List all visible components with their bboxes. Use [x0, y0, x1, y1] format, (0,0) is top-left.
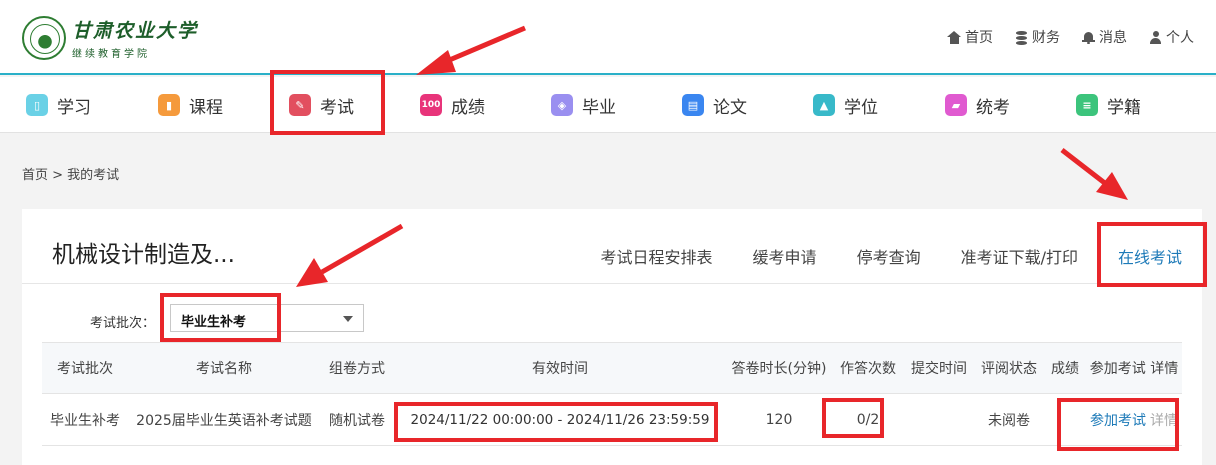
- col-review-status: 评阅状态: [974, 342, 1044, 394]
- chevron-down-icon: [343, 316, 353, 322]
- tab-suspension-query[interactable]: 停考查询: [837, 231, 941, 281]
- graduate-icon: ◈: [551, 94, 573, 116]
- card-divider: [22, 283, 1202, 284]
- pen-icon: ✎: [289, 94, 311, 116]
- topnav-messages[interactable]: 消息: [1082, 27, 1127, 47]
- col-score: 成绩: [1044, 342, 1086, 394]
- bookmark-icon: ▮: [158, 94, 180, 116]
- cell-batch: 毕业生补考: [42, 393, 128, 446]
- top-header: 甘肃农业大学 继续教育学院 首页 财务 消息 个人: [0, 0, 1216, 75]
- topnav-home-label: 首页: [965, 30, 993, 46]
- exam-table: 考试批次 考试名称 组卷方式 有效时间 答卷时长(分钟) 作答次数 提交时间 评…: [42, 342, 1182, 446]
- cell-submit-time: [904, 393, 974, 446]
- home-icon: [947, 30, 961, 44]
- cell-valid-time: 2024/11/22 00:00:00 - 2024/11/26 23:59:5…: [394, 393, 726, 446]
- main-nav: ▯ 学习 ▮ 课程 ✎ 考试 100 成绩 ◈ 毕业 ▤ 论文 ▲ 学位 ▰ 统…: [0, 77, 1216, 133]
- topnav-messages-label: 消息: [1099, 30, 1127, 46]
- mainnav-thesis[interactable]: ▤ 论文: [682, 77, 747, 133]
- mainnav-status-label: 学籍: [1107, 97, 1141, 118]
- cell-duration: 120: [726, 393, 832, 446]
- col-method: 组卷方式: [320, 342, 394, 394]
- tab-exam-schedule[interactable]: 考试日程安排表: [581, 231, 733, 281]
- col-batch: 考试批次: [42, 342, 128, 394]
- batch-filter-label: 考试批次：: [90, 316, 156, 331]
- mainnav-grades-label: 成绩: [451, 97, 485, 118]
- exam-tabs: 考试日程安排表 缓考申请 停考查询 准考证下载/打印 在线考试: [581, 231, 1202, 281]
- topnav-finance-label: 财务: [1032, 30, 1060, 46]
- mainnav-thesis-label: 论文: [713, 97, 747, 118]
- table-header-row: 考试批次 考试名称 组卷方式 有效时间 答卷时长(分钟) 作答次数 提交时间 评…: [42, 342, 1182, 394]
- mainnav-unified-exam-label: 统考: [976, 97, 1010, 118]
- col-exam-name: 考试名称: [128, 342, 320, 394]
- detail-link[interactable]: 详情: [1150, 413, 1178, 429]
- mainnav-study[interactable]: ▯ 学习: [26, 77, 91, 133]
- col-submit-time: 提交时间: [904, 342, 974, 394]
- cell-exam-name: 2025届毕业生英语补考试题: [128, 393, 320, 446]
- university-emblem-icon: [22, 16, 66, 60]
- mainnav-degree[interactable]: ▲ 学位: [813, 77, 878, 133]
- topnav-finance[interactable]: 财务: [1015, 27, 1060, 47]
- breadcrumb[interactable]: 首页 > 我的考试: [22, 164, 119, 183]
- table-row: 毕业生补考 2025届毕业生英语补考试题 随机试卷 2024/11/22 00:…: [42, 393, 1182, 446]
- col-actions: 参加考试 详情: [1086, 342, 1182, 394]
- topnav-profile-label: 个人: [1166, 30, 1194, 46]
- list-icon: ≡: [1076, 94, 1098, 116]
- batch-select-value: 毕业生补考: [181, 315, 247, 330]
- mainnav-study-label: 学习: [57, 97, 91, 118]
- join-exam-link[interactable]: 参加考试: [1090, 413, 1146, 429]
- mainnav-grades[interactable]: 100 成绩: [420, 77, 485, 133]
- mainnav-exams[interactable]: ✎ 考试: [289, 77, 354, 133]
- mainnav-unified-exam[interactable]: ▰ 统考: [945, 77, 1010, 133]
- top-nav: 首页 财务 消息 个人: [947, 27, 1194, 47]
- cell-method: 随机试卷: [320, 393, 394, 446]
- mainnav-degree-label: 学位: [844, 97, 878, 118]
- cell-attempts: 0/2: [832, 393, 904, 446]
- cell-score: [1044, 393, 1086, 446]
- logo-subtitle: 继续教育学院: [72, 49, 150, 60]
- user-icon: [1149, 30, 1162, 44]
- tab-online-exam[interactable]: 在线考试: [1098, 231, 1202, 281]
- mainnav-exams-label: 考试: [320, 97, 354, 118]
- col-duration: 答卷时长(分钟): [726, 342, 832, 394]
- cell-review-status: 未阅卷: [974, 393, 1044, 446]
- mainnav-status[interactable]: ≡ 学籍: [1076, 77, 1141, 133]
- topnav-home[interactable]: 首页: [947, 27, 993, 47]
- col-attempts: 作答次数: [832, 342, 904, 394]
- arrow-to-online-exam-tab: [1060, 148, 1128, 200]
- university-logo[interactable]: 甘肃农业大学 继续教育学院: [22, 16, 198, 60]
- score-100-icon: 100: [420, 94, 442, 116]
- paper-icon: ▤: [682, 94, 704, 116]
- col-valid-time: 有效时间: [394, 342, 726, 394]
- tab-admission-ticket[interactable]: 准考证下载/打印: [941, 231, 1098, 281]
- topnav-profile[interactable]: 个人: [1149, 27, 1194, 47]
- mainnav-courses-label: 课程: [189, 97, 223, 118]
- mainnav-courses[interactable]: ▮ 课程: [158, 77, 223, 133]
- cap-icon: ▲: [813, 94, 835, 116]
- tab-deferral-request[interactable]: 缓考申请: [733, 231, 837, 281]
- page-title: 机械设计制造及...: [52, 242, 235, 268]
- batch-select[interactable]: 毕业生补考: [170, 304, 364, 332]
- bell-icon: [1082, 31, 1095, 44]
- mainnav-graduation-label: 毕业: [582, 97, 616, 118]
- exam-card: 机械设计制造及... 考试日程安排表 缓考申请 停考查询 准考证下载/打印 在线…: [22, 209, 1202, 465]
- logo-text: 甘肃农业大学 继续教育学院: [72, 16, 198, 60]
- mainnav-graduation[interactable]: ◈ 毕业: [551, 77, 616, 133]
- folder-icon: ▰: [945, 94, 967, 116]
- database-icon: [1015, 30, 1028, 45]
- book-icon: ▯: [26, 94, 48, 116]
- cell-actions: 参加考试 详情: [1086, 393, 1182, 446]
- logo-title: 甘肃农业大学: [72, 20, 199, 42]
